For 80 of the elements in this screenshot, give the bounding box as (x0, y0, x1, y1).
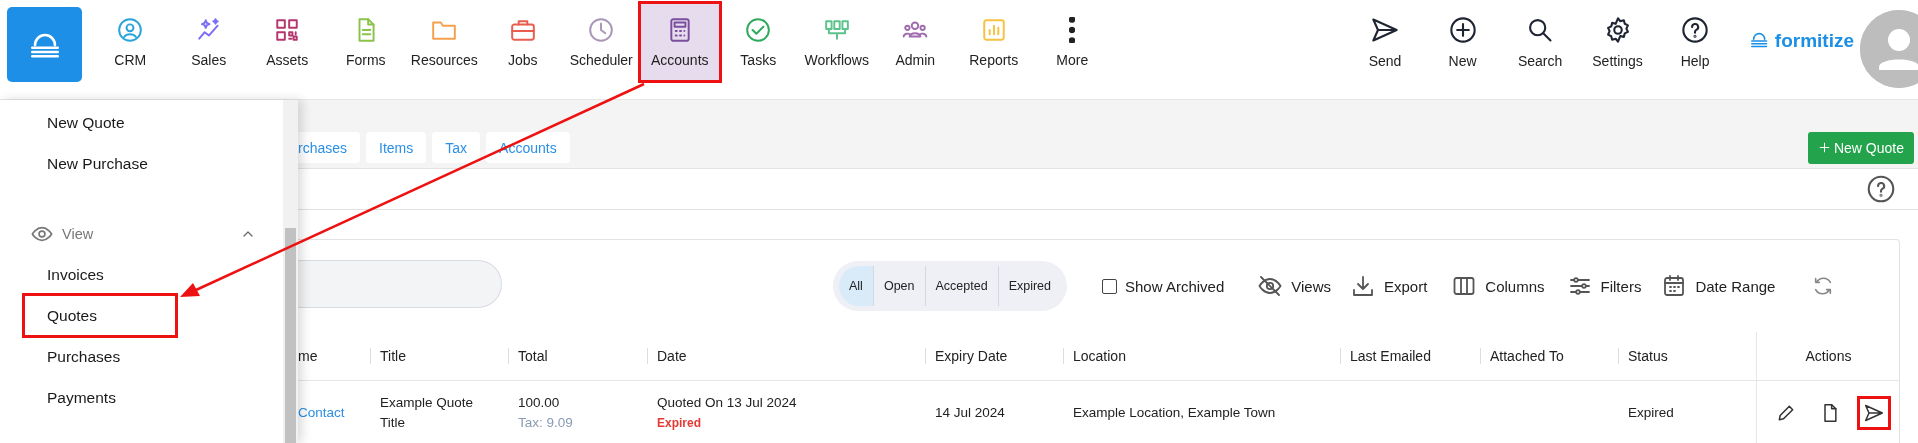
toolbar-button[interactable]: Export (1351, 274, 1428, 298)
check-circle-icon (745, 16, 772, 43)
qr-code-icon (274, 16, 301, 43)
calendar-icon (1662, 274, 1687, 298)
menu-item[interactable]: New Purchase (0, 143, 148, 184)
column-header: Attached To (1480, 348, 1564, 364)
nav-tab[interactable]: Admin (876, 4, 955, 80)
sliders-icon (1567, 274, 1592, 298)
column-header: Expiry Date (925, 348, 1008, 364)
help-icon[interactable] (1867, 175, 1895, 203)
nav-tab[interactable]: More (1033, 4, 1112, 80)
nav-tab[interactable]: Resources (405, 4, 484, 80)
table-cell-text: Example Location, Example Town (1073, 403, 1277, 422)
brand-name: formitize (1774, 30, 1854, 52)
nav-tab[interactable]: Accounts (640, 4, 719, 80)
filter-segment[interactable]: Accepted (924, 266, 998, 306)
section-label: View (62, 226, 94, 242)
more-icon (1069, 16, 1076, 43)
toolbar-button[interactable]: Filters (1567, 274, 1642, 298)
send-icon[interactable] (1864, 402, 1884, 423)
nav-tab[interactable]: Reports (954, 4, 1033, 80)
tab[interactable]: rchases (298, 132, 361, 163)
column-header: Date (647, 348, 687, 364)
column-header: me (298, 348, 318, 364)
menu-item[interactable]: New Quote (0, 102, 125, 143)
send-icon (1371, 15, 1400, 44)
table-cell-text: 100.00 (518, 393, 561, 412)
tab[interactable]: Items (366, 132, 427, 163)
nav-tab[interactable]: Jobs (483, 4, 562, 80)
table-cell-text: Quoted On 13 Jul 2024 (657, 393, 798, 412)
nav-tab[interactable]: Forms (326, 4, 405, 80)
table-cell-text: 14 Jul 2024 (935, 403, 1006, 422)
contact-link[interactable]: Contact (298, 402, 370, 423)
menu-item[interactable]: Payments (0, 377, 116, 418)
column-header: Title (370, 348, 406, 364)
section-header[interactable]: View (0, 214, 283, 254)
column-header: Total (508, 348, 548, 364)
app-logo[interactable] (7, 7, 82, 82)
filter-segment[interactable]: Open (872, 266, 925, 306)
expired-label: Expired (657, 414, 702, 432)
table-cell-text: Expired (1628, 403, 1675, 422)
menu-item[interactable]: Quotes (25, 296, 175, 335)
column-header: Actions (1805, 348, 1852, 364)
bar-chart-icon (980, 16, 1007, 43)
menu-item[interactable]: Invoices (0, 254, 104, 295)
tax-amount: Tax: 9.09 (518, 413, 574, 432)
sparkle-chart-icon (195, 16, 222, 43)
nav-tab[interactable]: CRM (91, 4, 170, 80)
toolbar-button[interactable]: New (1423, 4, 1502, 80)
columns-icon (1452, 274, 1477, 298)
scrollbar[interactable] (283, 100, 298, 443)
toolbar-button[interactable]: Help (1656, 4, 1734, 80)
nav-tab[interactable]: Tasks (719, 4, 798, 80)
toolbar-button[interactable]: Columns (1452, 274, 1545, 298)
person-circle-icon (117, 16, 144, 43)
download-icon (1351, 274, 1375, 298)
clock-icon (588, 16, 615, 43)
plus-circle-icon (1448, 15, 1477, 44)
toolbar-button[interactable]: Date Range (1662, 274, 1776, 298)
column-header: Status (1618, 348, 1668, 364)
column-header: Location (1063, 348, 1126, 364)
table-cell-text: Example Quote Title (380, 393, 475, 432)
search-field[interactable] (298, 260, 502, 308)
filter-segment[interactable]: All (839, 266, 873, 306)
toolbar-button[interactable]: Search (1501, 4, 1579, 80)
nav-tab[interactable]: Scheduler (562, 4, 641, 80)
eye-slash-icon (1258, 274, 1283, 298)
filter-segment[interactable]: Expired (997, 266, 1061, 306)
column-header: Last Emailed (1340, 348, 1431, 364)
menu-item[interactable]: Purchases (0, 336, 121, 377)
nav-tab[interactable]: Assets (248, 4, 327, 80)
plus-icon (1817, 141, 1831, 154)
help-icon (1681, 15, 1710, 44)
nav-tab[interactable]: Sales (169, 4, 248, 80)
checkbox[interactable] (1102, 278, 1117, 294)
nav-tab[interactable]: Workflows (797, 4, 876, 80)
toolbar-button[interactable]: Send (1346, 4, 1424, 80)
show-archived-checkbox[interactable]: Show Archived (1102, 277, 1225, 295)
toolbar-button[interactable]: Views (1258, 274, 1331, 298)
toolbar-button[interactable]: Settings (1578, 4, 1657, 80)
